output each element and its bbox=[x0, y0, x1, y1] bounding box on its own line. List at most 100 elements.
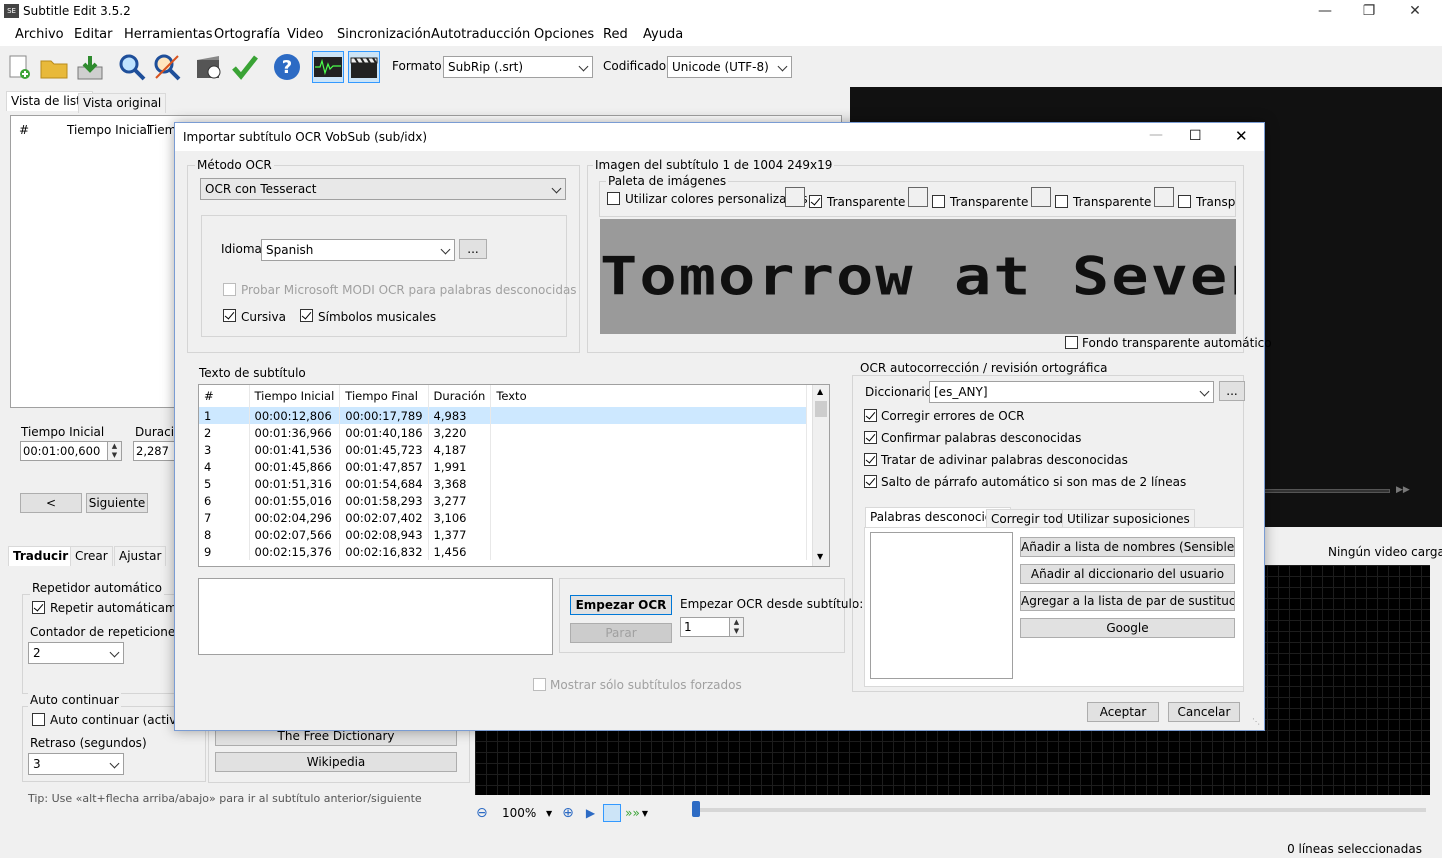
menu-autotraduccion[interactable]: Autotraducción bbox=[431, 27, 530, 42]
table-row[interactable]: 1 00:00:12,806 00:00:17,789 4,983 bbox=[199, 407, 807, 424]
subtitle-table[interactable]: # Tiempo Inicial Tiempo Final Duración T… bbox=[198, 384, 830, 567]
duration-input[interactable]: 2,287 bbox=[133, 441, 178, 461]
forward-icon[interactable]: »» bbox=[625, 806, 640, 820]
add-to-user-dict-button[interactable]: Añadir al diccionario del usuario bbox=[1020, 564, 1235, 584]
table-row[interactable]: 6 00:01:55,016 00:01:58,293 3,277 bbox=[199, 492, 807, 509]
table-row[interactable]: 7 00:02:04,296 00:02:07,402 3,106 bbox=[199, 509, 807, 526]
format-select[interactable]: SubRip (.srt) bbox=[443, 56, 593, 78]
auto-continue-checkbox[interactable] bbox=[32, 713, 45, 726]
position-thumb[interactable] bbox=[692, 801, 700, 817]
zoom-out-icon[interactable]: ⊖ bbox=[476, 805, 494, 821]
replace-icon[interactable] bbox=[151, 51, 183, 83]
menu-ortografia[interactable]: Ortografía bbox=[214, 27, 280, 42]
fix-ocr-errors-checkbox[interactable] bbox=[864, 409, 877, 422]
new-file-icon[interactable] bbox=[3, 51, 35, 83]
save-icon[interactable] bbox=[74, 51, 106, 83]
palette-swatch-1[interactable] bbox=[785, 187, 805, 207]
waveform-icon[interactable] bbox=[312, 51, 344, 83]
auto-break-checkbox[interactable] bbox=[864, 475, 877, 488]
tab-adjust[interactable]: Ajustar bbox=[114, 546, 167, 566]
transparent-checkbox-2[interactable] bbox=[932, 195, 945, 208]
tab-translate[interactable]: Traducir bbox=[8, 546, 74, 566]
dialog-close-button[interactable]: ✕ bbox=[1235, 127, 1248, 145]
palette-swatch-3[interactable] bbox=[1031, 187, 1051, 207]
start-time-input[interactable]: 00:01:00,600 ▲ ▼ bbox=[20, 441, 122, 461]
palette-swatch-2[interactable] bbox=[908, 187, 928, 207]
forward-dropdown-icon[interactable]: ▼ bbox=[642, 809, 648, 818]
italic-checkbox[interactable] bbox=[223, 309, 236, 322]
zoom-in-icon[interactable]: ⊕ bbox=[562, 805, 574, 821]
menu-archivo[interactable]: Archivo bbox=[15, 27, 64, 42]
visual-sync-icon[interactable] bbox=[193, 51, 225, 83]
start-from-input[interactable]: 1 ▲ ▼ bbox=[680, 617, 744, 637]
add-to-names-button[interactable]: Añadir a lista de nombres (Sensible bbox=[1020, 537, 1235, 557]
table-row[interactable]: 5 00:01:51,316 00:01:54,684 3,368 bbox=[199, 475, 807, 492]
next-button[interactable]: Siguiente bbox=[86, 493, 148, 513]
repeat-count-select[interactable]: 2 bbox=[28, 642, 124, 664]
transparent-checkbox-3[interactable] bbox=[1055, 195, 1068, 208]
close-button[interactable]: ✕ bbox=[1393, 0, 1437, 22]
auto-repeat-checkbox[interactable] bbox=[32, 601, 45, 614]
dialog-maximize-button[interactable]: ☐ bbox=[1189, 128, 1202, 144]
menu-opciones[interactable]: Opciones bbox=[534, 27, 594, 42]
google-button[interactable]: Google bbox=[1020, 618, 1235, 638]
table-row[interactable]: 8 00:02:07,566 00:02:08,943 1,377 bbox=[199, 526, 807, 543]
menu-ayuda[interactable]: Ayuda bbox=[643, 27, 683, 42]
fast-forward-icon[interactable]: ▶▶ bbox=[1396, 485, 1410, 495]
current-text-box[interactable] bbox=[198, 578, 553, 655]
scroll-down-icon[interactable]: ▼ bbox=[817, 552, 823, 561]
col-header-start[interactable]: Tiempo Inicial bbox=[249, 385, 341, 407]
start-time-spinner[interactable]: ▲ ▼ bbox=[107, 442, 121, 460]
language-select[interactable]: Spanish bbox=[261, 239, 455, 261]
auto-transparent-bg-checkbox[interactable] bbox=[1065, 336, 1078, 349]
col-header-text[interactable]: Texto bbox=[490, 385, 807, 407]
find-icon[interactable] bbox=[116, 51, 148, 83]
col-header-end[interactable]: Tiempo Final bbox=[339, 385, 429, 407]
tab-original-view[interactable]: Vista original bbox=[78, 93, 167, 113]
unknown-words-list[interactable] bbox=[870, 532, 1013, 679]
transparent-checkbox-1[interactable] bbox=[809, 195, 822, 208]
table-row[interactable]: 9 00:02:15,376 00:02:16,832 1,456 bbox=[199, 543, 807, 560]
position-track[interactable] bbox=[696, 808, 1426, 812]
menu-red[interactable]: Red bbox=[603, 27, 628, 42]
confirm-unknown-checkbox[interactable] bbox=[864, 431, 877, 444]
zoom-value[interactable]: 100% bbox=[502, 806, 542, 820]
custom-colors-checkbox[interactable] bbox=[607, 192, 620, 205]
prev-button[interactable]: < bbox=[20, 493, 82, 513]
spellcheck-icon[interactable] bbox=[229, 51, 261, 83]
zoom-dropdown-icon[interactable]: ▼ bbox=[546, 809, 552, 818]
col-header-num[interactable]: # bbox=[199, 385, 250, 407]
music-symbols-checkbox[interactable] bbox=[300, 309, 313, 322]
tab-use-guesses[interactable]: Utilizar suposiciones bbox=[1062, 509, 1195, 529]
table-row[interactable]: 3 00:01:41,536 00:01:45,723 4,187 bbox=[199, 441, 807, 458]
help-icon[interactable]: ? bbox=[271, 51, 303, 83]
delay-select[interactable]: 3 bbox=[28, 753, 124, 775]
tab-create[interactable]: Crear bbox=[70, 546, 113, 566]
menu-video[interactable]: Video bbox=[287, 27, 323, 42]
menu-editar[interactable]: Editar bbox=[74, 27, 113, 42]
table-row[interactable]: 2 00:01:36,966 00:01:40,186 3,220 bbox=[199, 424, 807, 441]
scroll-thumb[interactable] bbox=[815, 401, 827, 417]
menu-herramientas[interactable]: Herramientas bbox=[124, 27, 213, 42]
open-folder-icon[interactable] bbox=[38, 51, 70, 83]
scroll-up-icon[interactable]: ▲ bbox=[817, 387, 823, 396]
video-clapper-icon[interactable] bbox=[348, 51, 380, 83]
dialog-minimize-button[interactable]: — bbox=[1149, 127, 1163, 143]
wikipedia-button[interactable]: Wikipedia bbox=[215, 752, 457, 772]
col-header-duration[interactable]: Duración bbox=[428, 385, 492, 407]
restore-button[interactable]: ❐ bbox=[1347, 0, 1391, 22]
start-from-spinner[interactable]: ▲ ▼ bbox=[729, 618, 743, 636]
play-icon[interactable]: ▶ bbox=[586, 806, 595, 820]
table-scrollbar[interactable]: ▲ ▼ bbox=[812, 385, 829, 566]
video-seekbar[interactable] bbox=[1260, 489, 1390, 493]
transparent-checkbox-4[interactable] bbox=[1178, 195, 1191, 208]
forced-only-checkbox[interactable] bbox=[533, 678, 546, 691]
ocr-method-select[interactable]: OCR con Tesseract bbox=[200, 178, 566, 200]
palette-swatch-4[interactable] bbox=[1154, 187, 1174, 207]
add-to-replace-list-button[interactable]: Agregar a la lista de par de sustitución bbox=[1020, 591, 1235, 611]
cancel-button[interactable]: Cancelar bbox=[1168, 702, 1240, 722]
minimize-button[interactable]: — bbox=[1303, 0, 1347, 22]
stop-ocr-button[interactable]: Parar bbox=[570, 623, 672, 643]
dictionary-select[interactable]: [es_ANY] bbox=[929, 381, 1214, 403]
table-row[interactable]: 4 00:01:45,866 00:01:47,857 1,991 bbox=[199, 458, 807, 475]
